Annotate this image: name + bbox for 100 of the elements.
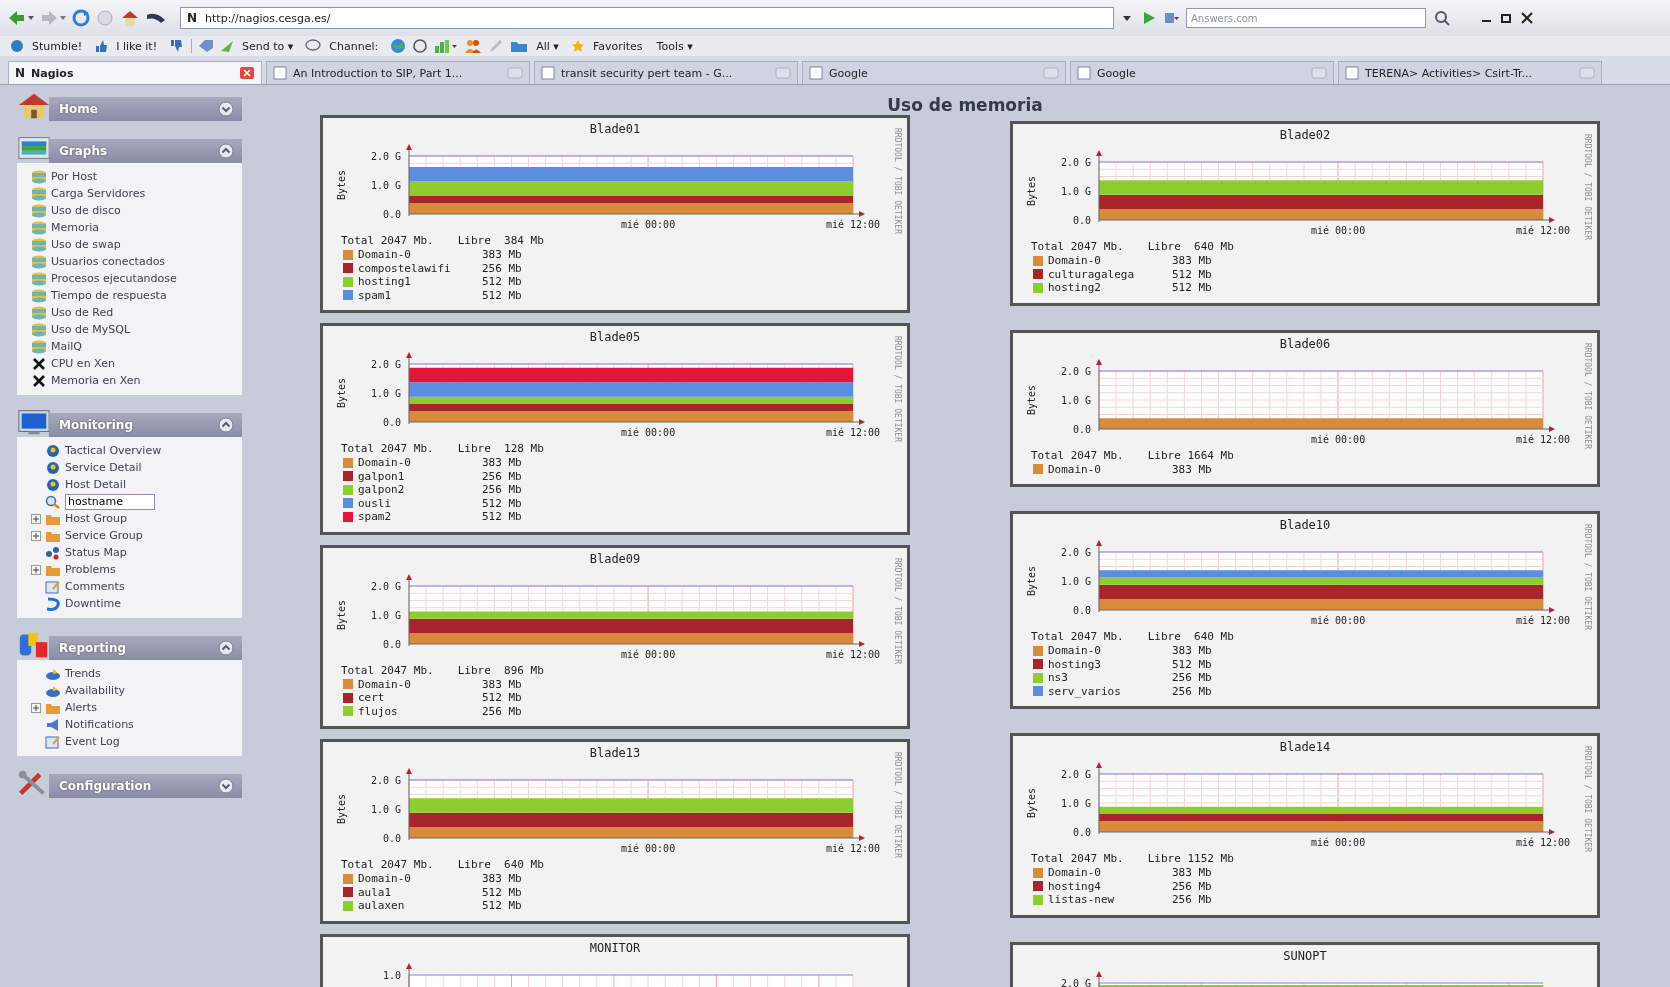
- legend-label: compostelawifi: [358, 261, 452, 275]
- menu-item[interactable]: MailQ: [51, 340, 82, 353]
- menu-item[interactable]: Comments: [65, 580, 125, 593]
- bar-chart-icon[interactable]: [434, 38, 459, 54]
- legend-label: Domain-0: [358, 248, 412, 262]
- menu-item[interactable]: Procesos ejecutandose: [51, 272, 177, 285]
- menu-item[interactable]: Trends: [65, 667, 101, 680]
- toolbar-button[interactable]: All ▾: [534, 39, 561, 53]
- free-text: Libre 640 Mb: [1147, 630, 1234, 644]
- circle-icon[interactable]: [412, 38, 429, 54]
- refresh-icon[interactable]: [72, 9, 90, 27]
- toolbar-button[interactable]: Favorites: [590, 39, 645, 53]
- axis-label: Bytes: [1026, 787, 1037, 819]
- collapse-icon[interactable]: [218, 143, 234, 159]
- browser-tab[interactable]: Google: [802, 61, 1066, 84]
- legend-value: 256 Mb: [482, 261, 522, 275]
- tick-label: 2.0 G: [1060, 365, 1091, 377]
- toolbar-button[interactable]: I like it!: [114, 39, 160, 53]
- menu-item[interactable]: Event Log: [65, 735, 120, 748]
- menu-item[interactable]: Uso de swap: [51, 238, 121, 251]
- legend-label: hosting1: [358, 275, 412, 289]
- star-icon[interactable]: [570, 39, 585, 53]
- free-text: Libre 384 Mb: [457, 234, 544, 248]
- browser-tab[interactable]: TERENA> Activities> Csirt-Tr...: [1338, 61, 1602, 84]
- host-search-field[interactable]: hostname: [65, 493, 155, 510]
- menu-item[interactable]: Problems: [65, 563, 116, 576]
- thumb-up-icon[interactable]: [94, 39, 109, 53]
- chat-icon[interactable]: [305, 39, 322, 53]
- legend-value: 512 Mb: [1172, 281, 1212, 295]
- collapse-icon[interactable]: [218, 640, 234, 656]
- toolbar-button[interactable]: Channel:: [327, 39, 381, 53]
- browser-tab[interactable]: N Nagios: [8, 61, 262, 84]
- credit-text: RRDTOOL / TOBI OETIKER: [1583, 134, 1591, 240]
- browser-tab[interactable]: An Introduction to SIP, Part 1...: [266, 61, 530, 84]
- menu-item[interactable]: Usuarios conectados: [51, 255, 166, 268]
- menu-item[interactable]: Por Host: [51, 170, 98, 183]
- expand-icon[interactable]: [31, 702, 41, 713]
- menu-item[interactable]: Uso de MySQL: [51, 323, 131, 336]
- comment-icon: [45, 579, 61, 594]
- menu-item[interactable]: Memoria: [51, 221, 100, 234]
- credit-text: RRDTOOL / TOBI OETIKER: [893, 336, 901, 442]
- menu-item[interactable]: CPU en Xen: [51, 357, 115, 370]
- tick-label: 2.0 G: [370, 775, 401, 786]
- tick-label: mié 00:00: [1311, 433, 1366, 445]
- menu-item[interactable]: Service Group: [65, 529, 143, 542]
- tag-icon[interactable]: [198, 39, 215, 53]
- bookmark-icon[interactable]: [146, 11, 166, 25]
- collapse-icon[interactable]: [218, 417, 234, 433]
- tick-label: mié 00:00: [621, 843, 676, 854]
- menu-item[interactable]: Host Detail: [65, 478, 126, 491]
- legend-value: 383 Mb: [482, 456, 522, 470]
- search-field[interactable]: Answers.com: [1186, 8, 1426, 28]
- menu-item[interactable]: Carga Servidores: [51, 187, 146, 200]
- toolbar-button[interactable]: Send to ▾: [240, 39, 296, 53]
- tick-label: 0.0: [1072, 215, 1091, 226]
- legend-label: flujos: [358, 704, 399, 718]
- menu-item[interactable]: Alerts: [65, 701, 97, 714]
- tick-label: 2.0 G: [370, 151, 401, 162]
- browser-tab[interactable]: transit security pert team - G...: [534, 61, 798, 84]
- menu-item[interactable]: Status Map: [65, 546, 127, 559]
- home-icon[interactable]: [120, 9, 140, 27]
- expand-icon[interactable]: [31, 513, 41, 524]
- menu-item[interactable]: Memoria en Xen: [51, 374, 141, 387]
- credit-text: RRDTOOL / TOBI OETIKER: [1583, 746, 1591, 852]
- menu-item[interactable]: Uso de Red: [51, 306, 114, 319]
- legend-value: 383 Mb: [1172, 254, 1212, 268]
- globe-icon[interactable]: [390, 38, 407, 54]
- credit-text: RRDTOOL / TOBI OETIKER: [1583, 524, 1591, 630]
- collapse-icon[interactable]: [218, 101, 234, 117]
- toolbar-button[interactable]: Stumble!: [30, 39, 85, 53]
- back-icon[interactable]: [8, 10, 34, 26]
- send-icon[interactable]: [220, 39, 235, 53]
- menu-item[interactable]: Availability: [65, 684, 125, 697]
- stumble-icon[interactable]: [10, 39, 24, 53]
- collapse-icon[interactable]: [218, 778, 234, 794]
- restore-icon[interactable]: [1500, 11, 1514, 25]
- legend-label: Domain-0: [1048, 866, 1102, 880]
- axis-label: Bytes: [336, 599, 347, 630]
- menu-item[interactable]: Downtime: [65, 597, 122, 610]
- expand-icon[interactable]: [31, 564, 41, 575]
- people-icon[interactable]: [464, 38, 483, 54]
- tick-label: 1.0 G: [370, 180, 401, 191]
- forward-icon[interactable]: [40, 10, 66, 26]
- legend-value: 256 Mb: [482, 483, 522, 497]
- browser-tab[interactable]: Google: [1070, 61, 1334, 84]
- menu-item[interactable]: Service Detail: [65, 461, 142, 474]
- tick-label: 2.0 G: [1060, 769, 1091, 780]
- menu-item[interactable]: Tiempo de respuesta: [51, 289, 167, 302]
- tick-label: mié 00:00: [621, 427, 676, 438]
- total-text: Total 2047 Mb.: [1031, 852, 1124, 866]
- tick-label: mié 12:00: [825, 427, 881, 438]
- menu-item[interactable]: Uso de disco: [51, 204, 121, 217]
- tick-label: 0.0: [382, 833, 401, 844]
- menu-item[interactable]: Host Group: [65, 512, 128, 525]
- toolbar-button[interactable]: Tools ▾: [654, 39, 695, 53]
- address-field[interactable]: N http://nagios.cesga.es/: [180, 7, 1114, 29]
- menu-item[interactable]: Tactical Overview: [65, 444, 162, 457]
- expand-icon[interactable]: [31, 530, 41, 541]
- legend-value: 383 Mb: [1172, 644, 1212, 658]
- menu-item[interactable]: Notifications: [65, 718, 134, 731]
